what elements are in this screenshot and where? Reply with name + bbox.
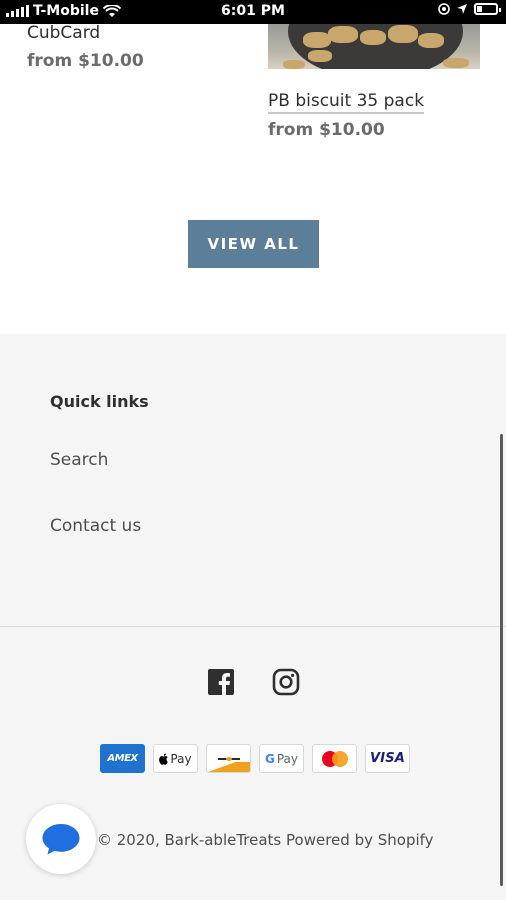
product-right-title[interactable]: PB biscuit 35 pack — [268, 91, 425, 114]
chat-button[interactable] — [26, 804, 96, 874]
status-time: 6:01 PM — [221, 3, 285, 19]
battery-icon — [474, 3, 501, 15]
apple-pay-icon: Pay — [153, 744, 198, 773]
product-image[interactable] — [268, 24, 480, 69]
footer-link-search[interactable]: Search — [50, 450, 108, 470]
at-icon — [438, 3, 450, 15]
copyright-label: © 2020, Bark-ableTreats — [97, 831, 282, 849]
mastercard-icon — [312, 744, 357, 773]
scrollbar[interactable] — [500, 434, 503, 886]
payment-icons: AMEX Pay G Pay VISA — [100, 744, 410, 773]
view-all-button[interactable]: VIEW ALL — [188, 220, 319, 268]
chat-icon — [42, 824, 80, 855]
status-bar: T-Mobile 6:01 PM — [0, 0, 506, 24]
footer-divider — [0, 626, 506, 627]
product-left-title[interactable]: CubCard — [27, 23, 100, 43]
status-right — [438, 3, 501, 15]
location-arrow-icon — [457, 4, 467, 14]
instagram-icon[interactable] — [272, 668, 300, 696]
diners-club-icon — [206, 744, 251, 773]
product-right-price: from $10.00 — [268, 120, 385, 140]
google-pay-icon: G Pay — [259, 744, 304, 773]
powered-by-link[interactable]: Powered by Shopify — [286, 831, 434, 849]
copyright-text: © 2020, Bark-ableTreats Powered by Shopi… — [97, 831, 434, 849]
apple-icon — [159, 753, 169, 765]
amex-icon: AMEX — [100, 744, 145, 773]
quick-links-heading: Quick links — [50, 392, 149, 411]
facebook-icon[interactable] — [207, 668, 235, 696]
product-left-price: from $10.00 — [27, 51, 144, 71]
footer-link-contact[interactable]: Contact us — [50, 516, 141, 536]
visa-icon: VISA — [365, 744, 410, 773]
